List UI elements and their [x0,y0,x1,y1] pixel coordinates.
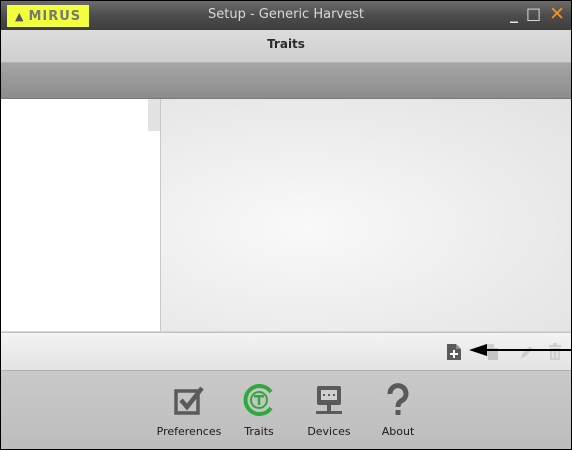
minimize-button[interactable]: _ [510,4,518,24]
checkbox-icon [174,386,204,415]
page-header: Traits [1,30,571,63]
window-controls: _ □ ✕ [510,4,565,24]
traits-icon [243,384,273,416]
page-title: Traits [267,37,305,51]
devices-icon [316,386,342,414]
nav-label: About [381,425,415,438]
close-button[interactable]: ✕ [549,4,565,24]
window-title: Setup - Generic Harvest [208,7,364,22]
trait-list[interactable] [1,99,161,331]
nav-traits[interactable]: Traits [224,383,294,438]
nav-label: Preferences [156,425,222,438]
nav-preferences[interactable]: Preferences [154,383,224,438]
maximize-button[interactable]: □ [526,4,541,24]
nav-label: Traits [244,425,274,438]
question-icon [387,383,409,415]
nav-label: Devices [307,425,351,438]
bottom-nav: Preferences Traits Devices About [1,371,571,449]
title-bar: ▲ MIRUS Setup - Generic Harvest _ □ ✕ [1,1,571,30]
detail-panel [161,99,571,331]
nav-devices[interactable]: Devices [294,383,364,438]
nav-about[interactable]: About [363,383,433,438]
toolbar [1,63,571,99]
app-window: ▲ MIRUS Setup - Generic Harvest _ □ ✕ Tr… [0,0,572,450]
list-scrollbar[interactable] [148,99,160,131]
arrow-annotation-icon [469,344,571,356]
new-document-icon[interactable] [446,343,462,361]
